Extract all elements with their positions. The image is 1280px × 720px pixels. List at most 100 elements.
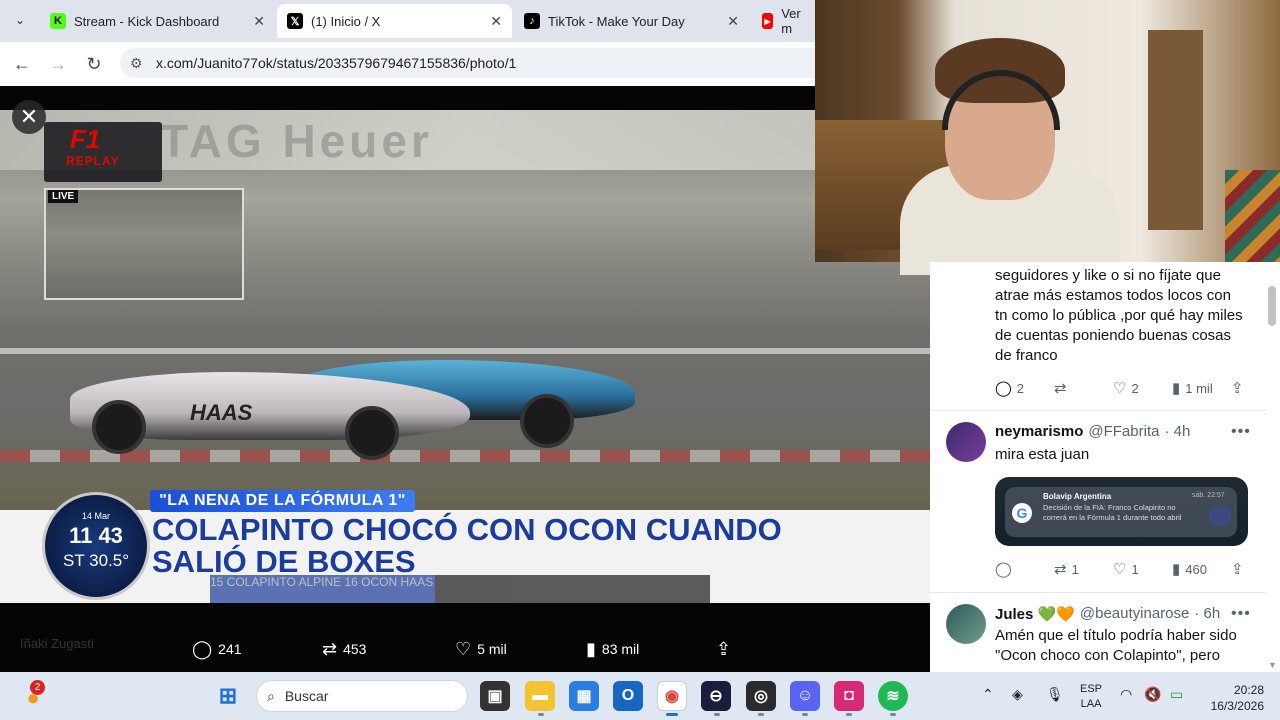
search-icon: ⌕ — [267, 687, 275, 704]
views-button[interactable]: ▮ 1 mil — [1172, 379, 1213, 397]
heart-icon: ♡ — [455, 639, 472, 659]
likes-button[interactable]: ♡ 5 mil — [455, 636, 507, 662]
back-icon[interactable]: ← — [10, 52, 34, 76]
share-button[interactable]: ⇪ — [1231, 560, 1244, 578]
post-time[interactable]: · 4h — [1164, 423, 1190, 440]
x-icon: 𝕏 — [287, 13, 303, 29]
file-explorer-icon[interactable]: ▬ — [525, 681, 555, 711]
tab-x-inicio[interactable]: 𝕏 (1) Inicio / X ✕ — [277, 4, 512, 38]
close-tab-icon[interactable]: ✕ — [727, 13, 739, 30]
heart-icon: ♡ — [1113, 561, 1127, 578]
chevron-up-icon[interactable]: ⌃ — [982, 686, 994, 703]
repost-icon: ⇄ — [1054, 380, 1067, 397]
instagram-icon[interactable]: ◘ — [834, 681, 864, 711]
car-wheel — [345, 406, 399, 460]
reply-text: seguidores y like o si no fíjate que atr… — [995, 267, 1243, 364]
video-frame[interactable]: TAG Heuer HAAS F1 REPLAY LIVE 15 COLAPIN… — [0, 110, 930, 603]
outlook-icon[interactable]: O — [613, 681, 643, 711]
tab-search-dropdown-icon[interactable]: ⌄ — [8, 8, 32, 32]
chrome-icon[interactable]: ◉ — [657, 681, 687, 711]
obs-icon[interactable]: ◎ — [746, 681, 776, 711]
address-bar[interactable]: ⚙ x.com/Juanito77ok/status/2033579679467… — [120, 48, 815, 78]
headline-tag: "LA NENA DE LA FÓRMULA 1" — [150, 490, 415, 512]
keyboard-layout: LAA — [1080, 698, 1102, 710]
site-info-icon[interactable]: ⚙ — [130, 55, 143, 72]
reply-header: neymarismo @FFabrita · 4h — [995, 423, 1190, 440]
like-button[interactable]: ♡ 2 — [1113, 379, 1139, 397]
search-placeholder: Buscar — [284, 688, 329, 704]
reposts-button[interactable]: ⇄ 453 — [322, 636, 366, 662]
tab-title: TikTok - Make Your Day — [548, 13, 685, 29]
tab-youtube[interactable]: ▶ Ver m — [752, 4, 815, 38]
running-indicator — [802, 713, 808, 716]
views-button[interactable]: ▮ 460 — [1172, 560, 1207, 578]
broadcast-clock: 14 Mar 11 43 ST 30.5° — [42, 492, 150, 600]
author-name[interactable]: neymarismo — [995, 423, 1083, 440]
views-button[interactable]: ▮ 83 mil — [586, 636, 639, 662]
running-indicator — [890, 713, 896, 716]
task-view-icon[interactable]: ▣ — [480, 681, 510, 711]
share-button[interactable]: ⇪ — [716, 636, 731, 662]
microsoft-store-icon[interactable]: ▦ — [569, 681, 599, 711]
avatar[interactable] — [946, 422, 986, 462]
forward-icon[interactable]: → — [46, 52, 70, 76]
share-button[interactable]: ⇪ — [1231, 379, 1244, 397]
heart-icon: ♡ — [1113, 380, 1127, 397]
author-handle[interactable]: @FFabrita — [1088, 423, 1159, 440]
wifi-icon[interactable]: ◠ — [1120, 686, 1132, 703]
repost-icon: ⇄ — [1054, 561, 1067, 578]
repost-button[interactable]: ⇄ 1 — [1054, 560, 1079, 578]
taskbar-search[interactable]: ⌕ Buscar — [256, 680, 468, 712]
reply-button[interactable]: ◯ — [995, 560, 1017, 578]
google-icon: G — [1012, 503, 1032, 523]
f1-logo: F1 — [70, 124, 101, 154]
reply-icon: ◯ — [995, 561, 1012, 578]
shield-icon[interactable]: ◈ — [1012, 686, 1023, 703]
car-wheel — [520, 394, 574, 448]
close-tab-icon[interactable]: ✕ — [253, 13, 265, 30]
trackside-banner-logo: TAG Heuer — [160, 115, 433, 167]
repost-button[interactable]: ⇄ — [1054, 379, 1072, 397]
share-icon: ⇪ — [1231, 561, 1244, 578]
language-indicator[interactable]: ESP LAA — [1080, 682, 1102, 712]
running-indicator — [758, 713, 764, 716]
replay-label: REPLAY — [66, 154, 120, 168]
notification-thumbnail — [1209, 506, 1231, 526]
more-options-icon[interactable]: ••• — [1231, 423, 1251, 441]
author-name[interactable]: Jules 💚🧡 — [995, 605, 1075, 623]
author-handle[interactable]: @beautyinarose — [1080, 605, 1189, 623]
replies-count: 241 — [218, 641, 242, 657]
scroll-down-icon[interactable]: ▼ — [1268, 660, 1277, 670]
replies-button[interactable]: ◯ 241 — [192, 636, 242, 662]
avatar[interactable] — [946, 604, 986, 644]
reply-icon: ◯ — [995, 380, 1012, 397]
tab-title: (1) Inicio / X — [311, 13, 381, 29]
tab-title: Stream - Kick Dashboard — [74, 13, 220, 29]
like-button[interactable]: ♡ 1 — [1113, 560, 1139, 578]
tab-kick-dashboard[interactable]: K Stream - Kick Dashboard ✕ — [40, 4, 275, 38]
battery-icon[interactable]: ▭ — [1170, 686, 1183, 703]
car-wheel — [92, 400, 146, 454]
volume-muted-icon[interactable]: 🔇 — [1144, 686, 1161, 703]
discord-icon[interactable]: ☺ — [790, 681, 820, 711]
system-clock[interactable]: 20:28 16/3/2026 — [1202, 682, 1264, 714]
spotify-icon[interactable]: ≋ — [878, 681, 908, 711]
youtube-icon: ▶ — [762, 13, 774, 29]
tab-tiktok[interactable]: ♪ TikTok - Make Your Day ✕ — [514, 4, 749, 38]
more-options-icon[interactable]: ••• — [1231, 605, 1251, 623]
post-time[interactable]: · 6h — [1194, 605, 1220, 623]
notification-time: sáb. 22:57 — [1192, 492, 1225, 499]
reload-icon[interactable]: ↻ — [82, 52, 106, 76]
close-viewer-icon[interactable]: ✕ — [12, 100, 46, 134]
scrollbar-thumb[interactable] — [1268, 286, 1276, 326]
close-tab-icon[interactable]: ✕ — [490, 13, 502, 30]
microphone-icon[interactable]: 🎙 — [1046, 686, 1064, 703]
lang-code: ESP — [1080, 683, 1103, 695]
app-icon[interactable]: ⊖ — [701, 681, 731, 711]
reply-text: mira esta juan — [995, 446, 1090, 463]
reposts-count: 453 — [343, 641, 367, 657]
views-chart-icon: ▮ — [1172, 380, 1181, 397]
windows-start-icon[interactable]: ⊞ — [213, 681, 243, 711]
kerb-stripe — [0, 450, 930, 462]
reply-button[interactable]: ◯ 2 — [995, 379, 1024, 397]
